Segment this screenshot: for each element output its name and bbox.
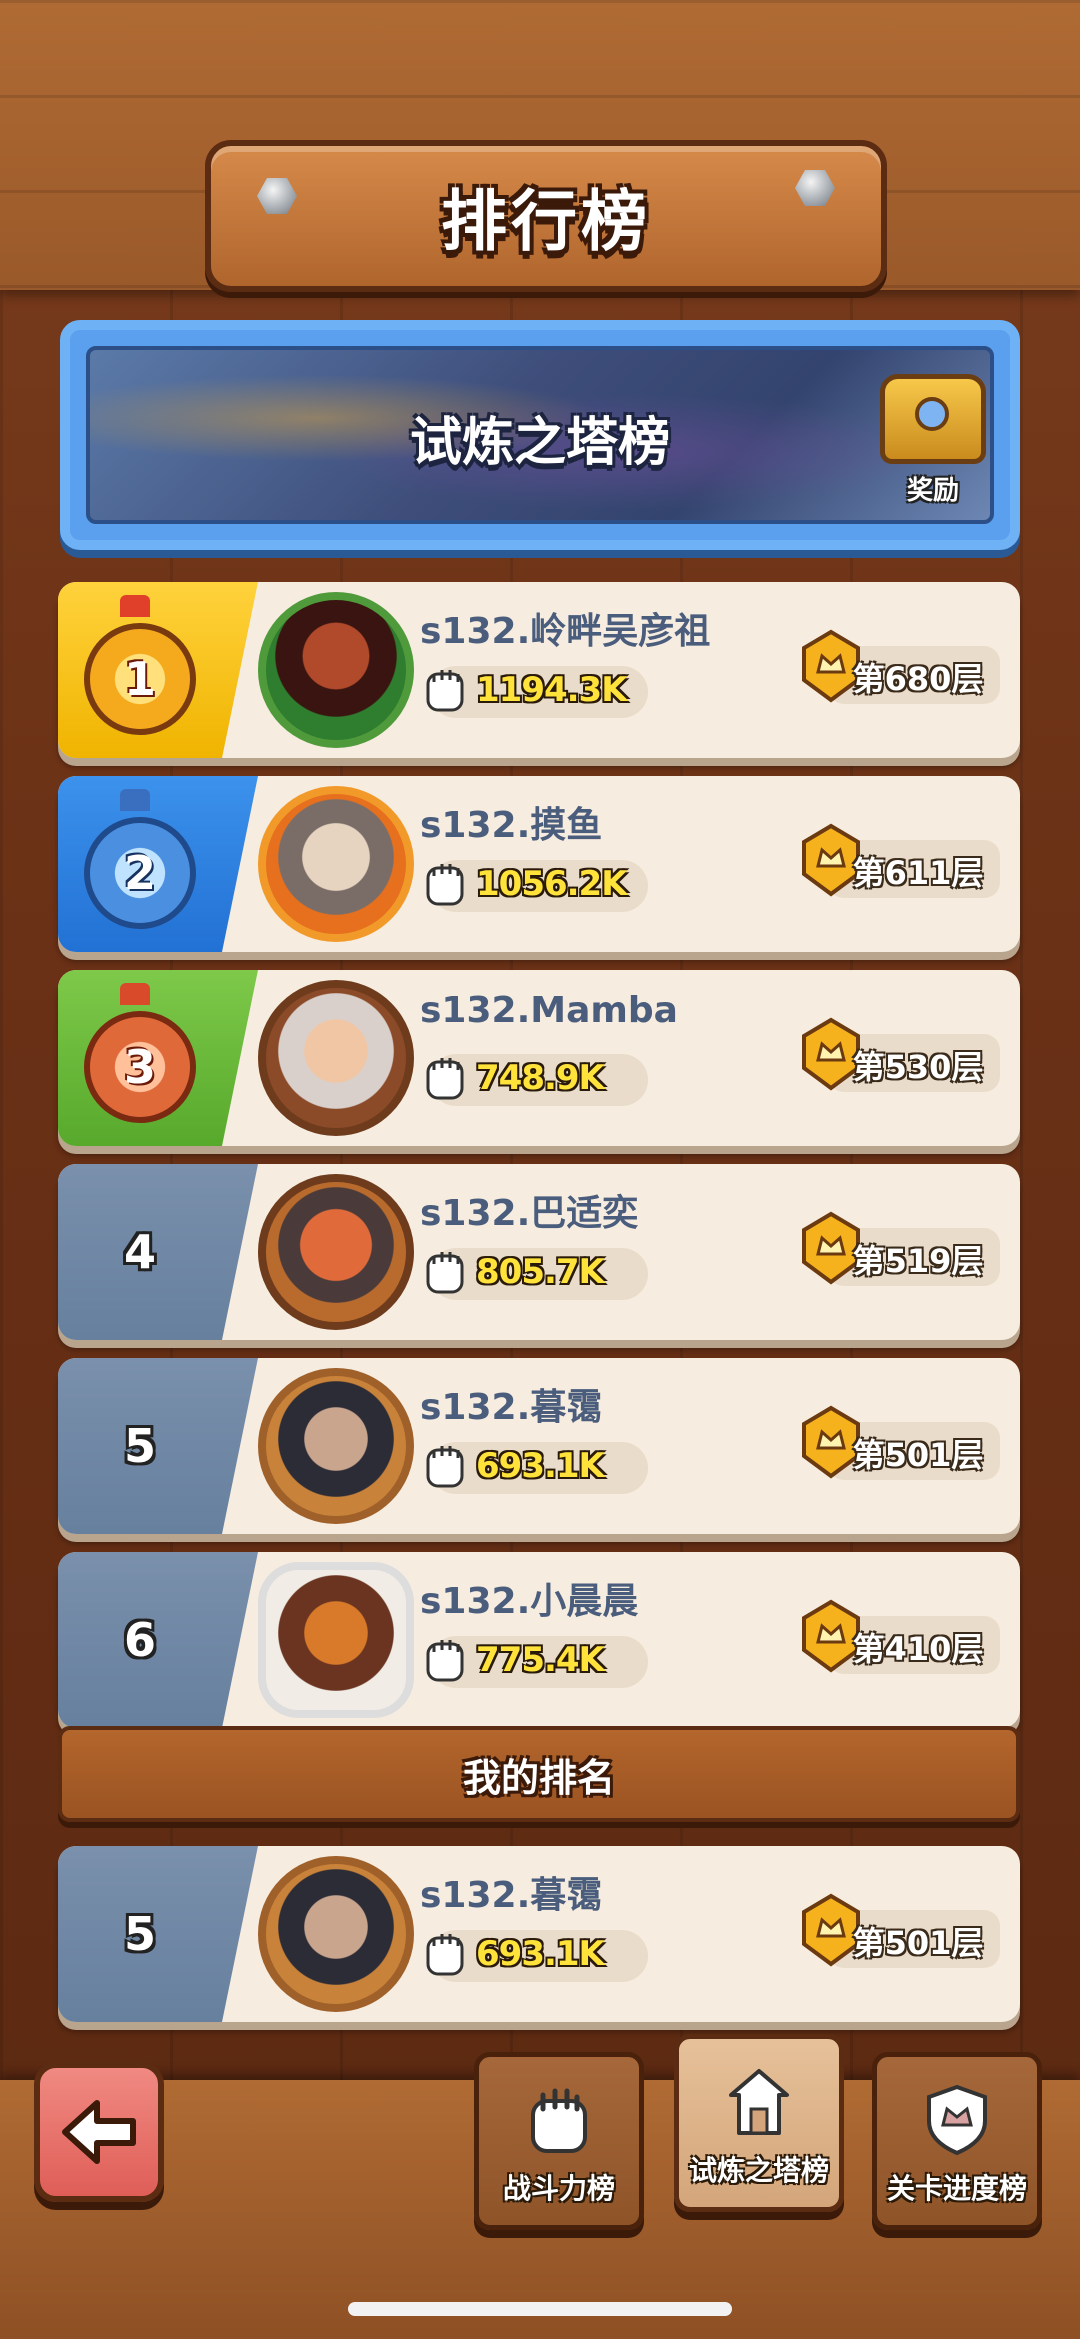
leaderboard-banner: 试炼之塔榜 奖励 — [60, 320, 1020, 550]
banner-title: 试炼之塔榜 — [409, 413, 670, 473]
tab-label: 战斗力榜 — [502, 2172, 615, 2205]
my-rank-header: 我的排名 — [58, 1726, 1020, 1822]
player-name: s132.暮霭 — [420, 1387, 603, 1428]
avatar[interactable] — [258, 1368, 414, 1524]
fist-icon — [426, 1640, 464, 1682]
leaderboard-row[interactable]: 1 s132.岭畔吴彦祖 1194.3K 第680层 — [58, 582, 1020, 758]
power-value: 693.1K — [476, 1446, 605, 1486]
leaderboard-row[interactable]: 6 s132.小晨晨 775.4K 第410层 — [58, 1552, 1020, 1728]
tab-stage-progress[interactable]: 关卡进度榜 — [872, 2052, 1042, 2230]
rank-zone: 5 — [58, 1846, 258, 2022]
avatar[interactable] — [258, 786, 414, 942]
my-rank-label: 我的排名 — [462, 1755, 615, 1800]
fist-icon — [426, 1252, 464, 1294]
bolt-icon — [257, 178, 297, 214]
tower-icon — [729, 2069, 789, 2135]
rank-zone: 6 — [58, 1552, 258, 1728]
rank-number: 5 — [123, 1907, 156, 1961]
floor-value: 第611层 — [852, 854, 984, 892]
rank-zone: 4 — [58, 1164, 258, 1340]
fist-icon — [531, 2088, 587, 2153]
tab-label: 关卡进度榜 — [886, 2172, 1027, 2205]
power-value: 775.4K — [476, 1640, 605, 1680]
back-arrow-icon — [62, 2100, 136, 2164]
rank-number: 6 — [123, 1613, 156, 1667]
avatar[interactable] — [258, 1562, 414, 1718]
floor-value: 第501层 — [852, 1436, 984, 1474]
leaderboard-row[interactable]: 4 s132.巴适奕 805.7K 第519层 — [58, 1164, 1020, 1340]
rank-zone: 2 — [58, 776, 258, 952]
my-rank-row[interactable]: 5 s132.暮霭 693.1K 第501层 — [58, 1846, 1020, 2022]
rank-number: 4 — [123, 1225, 156, 1279]
silver-medal-icon: 2 — [84, 789, 196, 929]
rank-zone: 5 — [58, 1358, 258, 1534]
floor-value: 第501层 — [852, 1924, 984, 1962]
fist-icon — [426, 1934, 464, 1976]
floor-value: 第519层 — [852, 1242, 984, 1280]
tab-tower[interactable]: 试炼之塔榜 — [674, 2034, 844, 2212]
power-value: 748.9K — [476, 1058, 605, 1098]
power-value: 805.7K — [476, 1252, 605, 1292]
fist-icon — [426, 1058, 464, 1100]
leaderboard-row[interactable]: 2 s132.摸鱼 1056.2K 第611层 — [58, 776, 1020, 952]
rank-zone: 3 — [58, 970, 258, 1146]
floor-value: 第530层 — [852, 1048, 984, 1086]
title-board: 排行榜 — [205, 140, 887, 292]
power-value: 1194.3K — [476, 670, 628, 710]
avatar[interactable] — [258, 980, 414, 1136]
crown-shield-icon — [927, 2084, 987, 2156]
player-name: s132.暮霭 — [420, 1875, 603, 1916]
bolt-icon — [795, 170, 835, 206]
home-indicator[interactable] — [348, 2302, 732, 2316]
tab-power[interactable]: 战斗力榜 — [474, 2052, 644, 2230]
fist-icon — [426, 670, 464, 712]
floor-value: 第680层 — [852, 660, 984, 698]
treasure-chest-icon — [880, 374, 986, 464]
leaderboard-row[interactable]: 3 s132.Mamba 748.9K 第530层 — [58, 970, 1020, 1146]
player-name: s132.Mamba — [420, 990, 678, 1031]
player-name: s132.摸鱼 — [420, 805, 603, 846]
bronze-medal-icon: 3 — [84, 983, 196, 1123]
fist-icon — [426, 864, 464, 906]
tab-label: 试炼之塔榜 — [688, 2154, 829, 2187]
gold-medal-icon: 1 — [84, 595, 196, 735]
page-title: 排行榜 — [441, 183, 651, 260]
rank-zone: 1 — [58, 582, 258, 758]
avatar[interactable] — [258, 1174, 414, 1330]
power-value: 693.1K — [476, 1934, 605, 1974]
reward-label: 奖励 — [906, 476, 959, 506]
avatar[interactable] — [258, 1856, 414, 2012]
leaderboard-row[interactable]: 5 s132.暮霭 693.1K 第501层 — [58, 1358, 1020, 1534]
rank-number: 5 — [123, 1419, 156, 1473]
player-name: s132.岭畔吴彦祖 — [420, 611, 711, 652]
floor-value: 第410层 — [852, 1630, 984, 1668]
avatar[interactable] — [258, 592, 414, 748]
power-value: 1056.2K — [476, 864, 628, 904]
back-button[interactable] — [34, 2062, 164, 2202]
player-name: s132.巴适奕 — [420, 1193, 639, 1234]
reward-button[interactable]: 奖励 — [878, 374, 988, 506]
player-name: s132.小晨晨 — [420, 1581, 639, 1622]
fist-icon — [426, 1446, 464, 1488]
